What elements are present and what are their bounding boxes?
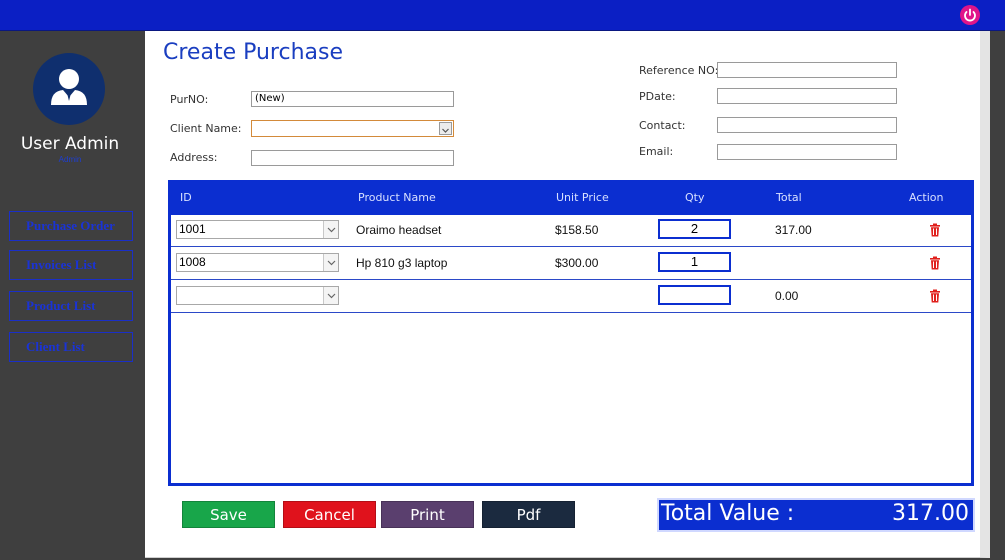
user-name: User Admin (20, 134, 120, 154)
purno-label: PurNO: (170, 93, 209, 106)
email-field[interactable] (717, 144, 897, 160)
page-title: Create Purchase (163, 40, 343, 65)
row-total: 317.00 (775, 223, 812, 237)
save-button[interactable]: Save (182, 501, 275, 528)
user-avatar-icon (33, 53, 105, 125)
purno-field[interactable]: (New) (251, 91, 454, 107)
total-value-label: Total Value : (661, 501, 795, 526)
pdate-field[interactable] (717, 88, 897, 104)
qty-input[interactable] (658, 285, 731, 305)
contact-field[interactable] (717, 117, 897, 133)
qty-input[interactable]: 1 (658, 252, 731, 272)
total-value-panel: Total Value : 317.00 (657, 498, 975, 532)
column-header-unit-price: Unit Price (556, 191, 609, 204)
column-header-qty: Qty (685, 191, 705, 204)
chevron-down-icon[interactable] (439, 122, 452, 135)
address-field[interactable] (251, 150, 454, 166)
column-header-action: Action (909, 191, 944, 204)
top-bar (0, 0, 1005, 31)
chevron-down-icon[interactable] (323, 221, 338, 238)
print-button[interactable]: Print (381, 501, 474, 528)
chevron-down-icon[interactable] (323, 254, 338, 271)
product-id-value: 1008 (179, 255, 206, 269)
nav-client-list[interactable]: Client List (9, 332, 133, 362)
chevron-down-icon[interactable] (323, 287, 338, 304)
product-id-select[interactable] (176, 286, 339, 305)
user-role: Admin (58, 155, 82, 164)
purchase-items-grid: ID Product Name Unit Price Qty Total Act… (168, 180, 974, 486)
pdate-label: PDate: (639, 90, 676, 103)
grid-header: ID Product Name Unit Price Qty Total Act… (171, 183, 971, 215)
address-label: Address: (170, 151, 218, 164)
email-label: Email: (639, 145, 674, 158)
sidebar: User Admin Admin Purchase Order Invoices… (0, 31, 145, 560)
contact-label: Contact: (639, 119, 686, 132)
table-row: 1001 Oraimo headset $158.50 2 317.00 (171, 215, 971, 247)
nav-purchase-order[interactable]: Purchase Order (9, 211, 133, 241)
trash-icon[interactable] (929, 256, 941, 270)
column-header-product-name: Product Name (358, 191, 436, 204)
table-row: 0.00 (171, 281, 971, 313)
product-id-select[interactable]: 1008 (176, 253, 339, 272)
row-total: 0.00 (775, 289, 799, 303)
unit-price: $158.50 (555, 223, 599, 237)
power-icon[interactable] (960, 5, 980, 25)
qty-input[interactable]: 2 (658, 219, 731, 239)
nav-invoices-list[interactable]: Invoices List (9, 250, 133, 280)
pdf-button[interactable]: Pdf (482, 501, 575, 528)
client-name-select[interactable] (251, 120, 454, 137)
table-row: 1008 Hp 810 g3 laptop $300.00 1 (171, 248, 971, 280)
nav-product-list[interactable]: Product List (9, 291, 133, 321)
product-name: Hp 810 g3 laptop (356, 256, 448, 270)
trash-icon[interactable] (929, 289, 941, 303)
product-id-value: 1001 (179, 222, 206, 236)
total-value-amount: 317.00 (892, 501, 969, 526)
column-header-id: ID (180, 191, 192, 204)
product-id-select[interactable]: 1001 (176, 220, 339, 239)
main-panel: Create Purchase PurNO: (New) Client Name… (145, 31, 990, 558)
product-name: Oraimo headset (356, 223, 442, 237)
trash-icon[interactable] (929, 223, 941, 237)
unit-price: $300.00 (555, 256, 599, 270)
client-name-label: Client Name: (170, 122, 242, 135)
cancel-button[interactable]: Cancel (283, 501, 376, 528)
column-header-total: Total (776, 191, 802, 204)
reference-no-field[interactable] (717, 62, 897, 78)
reference-no-label: Reference NO: (639, 64, 719, 77)
